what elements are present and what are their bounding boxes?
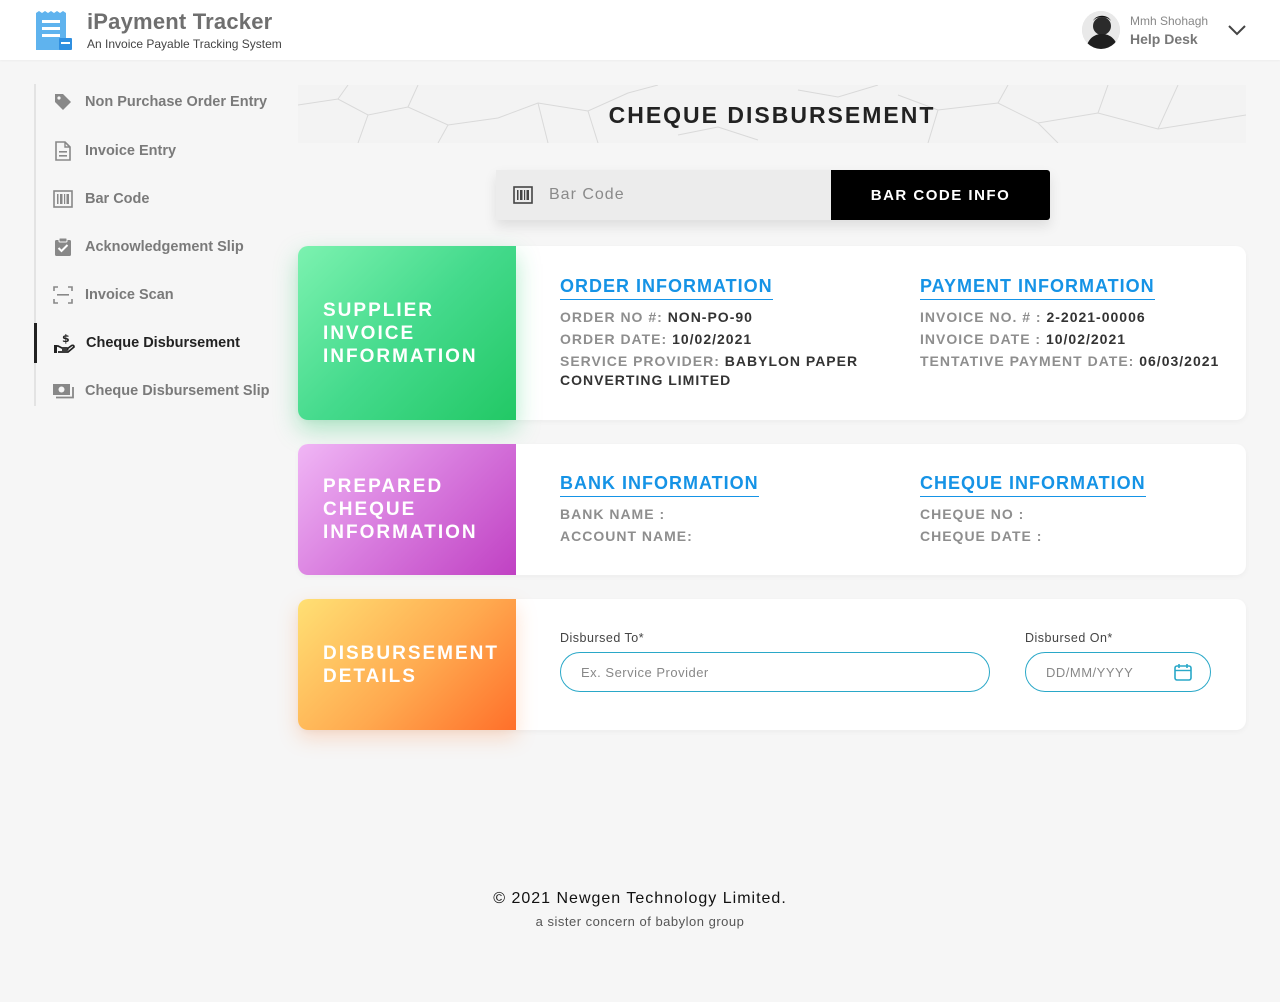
app-title: iPayment Tracker: [87, 9, 273, 34]
sidebar-item-acknowledgement-slip[interactable]: Acknowledgement Slip: [36, 227, 276, 267]
invoice-date-field: INVOICE DATE : 10/02/2021: [920, 330, 1126, 349]
barcode-input[interactable]: [496, 170, 831, 220]
barcode-icon: [52, 188, 74, 210]
account-name-field: ACCOUNT NAME:: [560, 527, 693, 546]
scan-icon: [52, 284, 74, 306]
field-label: INVOICE NO. # :: [920, 309, 1042, 325]
field-label: CHEQUE DATE :: [920, 528, 1043, 544]
cheque-date-field: CHEQUE DATE :: [920, 527, 1042, 546]
order-no-field: ORDER NO #: NON-PO-90: [560, 308, 753, 327]
disbursed-on-label: Disbursed On*: [1025, 631, 1113, 645]
field-value: 10/02/2021: [672, 331, 753, 347]
card-tag: DISBURSEMENT DETAILS: [298, 599, 516, 730]
field-value: 10/02/2021: [1045, 331, 1127, 347]
cheque-no-field: CHEQUE NO :: [920, 505, 1024, 524]
order-information-title: ORDER INFORMATION: [560, 276, 773, 300]
sidebar-item-cheque-disbursement-slip[interactable]: Cheque Disbursement Slip: [36, 371, 276, 411]
sidebar-item-label: Acknowledgement Slip: [85, 239, 244, 255]
sidebar-item-label: Bar Code: [85, 191, 150, 207]
sidebar-item-bar-code[interactable]: Bar Code: [36, 179, 276, 219]
cash-icon: [52, 380, 74, 402]
barcode-icon: [513, 186, 533, 204]
card-tag-label: SUPPLIER INVOICE INFORMATION: [323, 299, 478, 367]
calendar-icon[interactable]: [1173, 662, 1193, 682]
field-label: CHEQUE NO :: [920, 506, 1025, 522]
disbursement-details-card: DISBURSEMENT DETAILS Disbursed To* Disbu…: [298, 599, 1246, 730]
field-label: SERVICE PROVIDER:: [560, 353, 720, 369]
sidebar-item-label: Invoice Scan: [85, 287, 174, 303]
footer-tagline: a sister concern of babylon group: [535, 914, 745, 929]
sidebar-item-label: Cheque Disbursement: [86, 335, 240, 351]
tag-icon: [52, 91, 74, 113]
card-tag: SUPPLIER INVOICE INFORMATION: [298, 246, 516, 420]
app-subtitle: An Invoice Payable Tracking System: [87, 37, 282, 51]
sidebar-item-invoice-scan[interactable]: Invoice Scan: [36, 275, 276, 315]
card-tag-label: PREPARED CHEQUE INFORMATION: [323, 476, 478, 543]
clipboard-check-icon: [52, 236, 74, 258]
user-role: Help Desk: [1130, 31, 1198, 47]
field-value: 06/03/2021: [1139, 353, 1220, 369]
field-value: 2-2021-00006: [1046, 309, 1146, 325]
sidebar-item-non-purchase-order-entry[interactable]: Non Purchase Order Entry: [36, 82, 276, 122]
footer-copyright: © 2021 Newgen Technology Limited.: [493, 890, 787, 907]
card-tag: PREPARED CHEQUE INFORMATION: [298, 444, 516, 575]
field-label: ACCOUNT NAME:: [560, 528, 693, 544]
bank-information-title: BANK INFORMATION: [560, 473, 759, 497]
barcode-search: BAR CODE INFO: [496, 170, 1050, 220]
invoice-no-field: INVOICE NO. # : 2-2021-00006: [920, 308, 1146, 327]
service-provider-field: SERVICE PROVIDER: BABYLON PAPER CONVERTI…: [560, 352, 860, 390]
card-tag-label: DISBURSEMENT DETAILS: [323, 642, 500, 687]
top-bar: iPayment Tracker An Invoice Payable Trac…: [0, 0, 1280, 60]
bank-name-field: BANK NAME :: [560, 505, 665, 524]
field-label: ORDER DATE:: [560, 331, 668, 347]
sidebar-item-label: Cheque Disbursement Slip: [85, 383, 270, 399]
page-title: CHEQUE DISBURSEMENT: [608, 102, 936, 128]
cheque-information-title: CHEQUE INFORMATION: [920, 473, 1146, 497]
receipt-logo-icon: [33, 10, 75, 52]
field-value: NON-PO-90: [667, 309, 753, 325]
bar-code-info-button[interactable]: BAR CODE INFO: [831, 170, 1050, 220]
page-banner: CHEQUE DISBURSEMENT: [298, 85, 1246, 143]
sidebar: Non Purchase Order Entry Invoice Entry B…: [34, 84, 274, 406]
sidebar-item-label: Invoice Entry: [85, 143, 177, 159]
chevron-down-icon[interactable]: [1226, 20, 1248, 40]
field-label: TENTATIVE PAYMENT DATE:: [920, 353, 1135, 369]
hand-dollar-icon: $: [53, 332, 75, 354]
sidebar-item-invoice-entry[interactable]: Invoice Entry: [36, 131, 276, 171]
prepared-cheque-card: PREPARED CHEQUE INFORMATION BANK INFORMA…: [298, 444, 1246, 575]
tentative-payment-date-field: TENTATIVE PAYMENT DATE: 06/03/2021: [920, 352, 1219, 371]
field-label: ORDER NO #:: [560, 309, 663, 325]
sidebar-item-cheque-disbursement[interactable]: $ Cheque Disbursement: [34, 323, 274, 363]
field-label: INVOICE DATE :: [920, 331, 1042, 347]
user-name: Mmh Shohagh: [1130, 14, 1209, 28]
user-avatar[interactable]: [1082, 11, 1120, 49]
supplier-invoice-card: SUPPLIER INVOICE INFORMATION ORDER INFOR…: [298, 246, 1246, 420]
document-icon: [52, 140, 74, 162]
field-label: BANK NAME :: [560, 506, 666, 522]
sidebar-item-label: Non Purchase Order Entry: [85, 94, 268, 110]
disbursed-to-input[interactable]: [560, 652, 990, 692]
svg-text:$: $: [62, 332, 70, 345]
payment-information-title: PAYMENT INFORMATION: [920, 276, 1155, 300]
disbursed-to-label: Disbursed To*: [560, 631, 645, 645]
order-date-field: ORDER DATE: 10/02/2021: [560, 330, 752, 349]
